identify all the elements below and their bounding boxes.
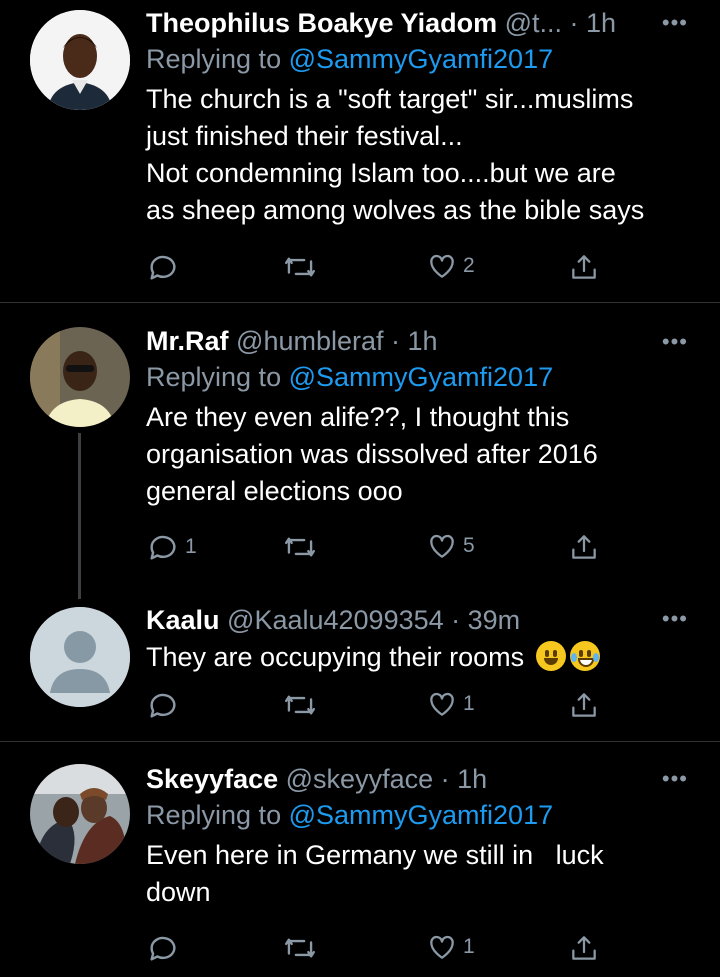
retweet-icon	[284, 695, 316, 715]
reply-icon	[150, 535, 176, 560]
retweet-button[interactable]	[282, 530, 323, 564]
tweet-text: Even here in Germany we still in luck do…	[146, 840, 604, 907]
replying-to: Replying to @SammyGyamfi2017	[146, 44, 554, 74]
handle[interactable]: @skeyyface	[286, 764, 433, 794]
like-button[interactable]: 1	[426, 688, 475, 720]
tweet-header: Theophilus Boakye Yiadom @t... · 1h	[146, 6, 690, 40]
reply-button[interactable]: 1	[146, 530, 197, 564]
like-button[interactable]: 5	[426, 530, 475, 562]
like-button[interactable]: 2	[426, 250, 475, 282]
heart-icon	[430, 692, 454, 716]
avatar[interactable]	[30, 10, 130, 110]
reply-button[interactable]	[146, 931, 185, 965]
share-icon	[572, 936, 596, 960]
tweet-card[interactable]: ••• Kaalu @Kaalu42099354 · 39m They are …	[0, 600, 720, 741]
tweet-header: Skeyyface @skeyyface · 1h	[146, 762, 690, 796]
tweet-actions: 1	[146, 688, 606, 728]
heart-icon	[430, 935, 454, 959]
share-icon	[572, 255, 596, 279]
avatar[interactable]	[30, 607, 130, 707]
thread-line	[78, 433, 81, 599]
handle[interactable]: @t...	[505, 8, 562, 38]
display-name[interactable]: Skeyyface	[146, 764, 278, 794]
reply-icon	[150, 936, 176, 961]
handle[interactable]: @Kaalu42099354	[227, 605, 444, 635]
share-button[interactable]	[568, 250, 600, 284]
tweet-text: The church is a "soft target" sir...musl…	[146, 84, 645, 225]
like-button[interactable]: 1	[426, 931, 475, 963]
tweet-text: Are they even alife??, I thought this or…	[146, 402, 598, 506]
share-icon	[572, 693, 596, 717]
timestamp[interactable]: · 1h	[570, 8, 617, 38]
tweet-actions: 1 5	[146, 530, 606, 570]
reply-icon	[150, 255, 176, 280]
replying-to: Replying to @SammyGyamfi2017	[146, 362, 554, 392]
retweet-icon	[284, 537, 316, 557]
grinning-face-emoji	[535, 641, 566, 671]
tweet-card[interactable]: ••• Skeyyface @skeyyface · 1h Replying t…	[0, 742, 720, 977]
avatar[interactable]	[30, 327, 130, 427]
tweet-text: They are occupying their rooms	[146, 639, 690, 676]
tweet-card[interactable]: ••• Mr.Raf @humbleraf · 1h Replying to @…	[0, 303, 720, 603]
retweet-icon	[284, 938, 316, 958]
tweet-actions: 2	[146, 250, 606, 290]
tweet-actions: 1	[146, 931, 606, 971]
retweet-button[interactable]	[282, 931, 323, 965]
reply-mention-link[interactable]: @SammyGyamfi2017	[289, 44, 554, 74]
reply-icon	[150, 693, 176, 718]
share-icon	[572, 535, 596, 559]
timestamp[interactable]: · 39m	[451, 605, 520, 635]
share-button[interactable]	[568, 688, 600, 722]
heart-icon	[430, 534, 454, 558]
replying-to: Replying to @SammyGyamfi2017	[146, 800, 554, 830]
share-button[interactable]	[568, 931, 600, 965]
retweet-button[interactable]	[282, 688, 323, 722]
tweet-header: Kaalu @Kaalu42099354 · 39m	[146, 603, 690, 637]
tweet-card[interactable]: ••• Theophilus Boakye Yiadom @t... · 1h …	[0, 0, 720, 302]
display-name[interactable]: Mr.Raf	[146, 326, 229, 356]
display-name[interactable]: Theophilus Boakye Yiadom	[146, 8, 497, 38]
face-with-tears-of-joy-emoji	[569, 641, 600, 671]
reply-mention-link[interactable]: @SammyGyamfi2017	[289, 362, 554, 392]
tweet-header: Mr.Raf @humbleraf · 1h	[146, 324, 690, 358]
reply-button[interactable]	[146, 250, 185, 284]
heart-icon	[430, 254, 454, 278]
handle[interactable]: @humbleraf	[236, 326, 383, 356]
default-avatar-icon	[30, 607, 130, 707]
avatar[interactable]	[30, 764, 130, 864]
reply-button[interactable]	[146, 688, 185, 722]
reply-mention-link[interactable]: @SammyGyamfi2017	[289, 800, 554, 830]
timestamp[interactable]: · 1h	[391, 326, 438, 356]
share-button[interactable]	[568, 530, 600, 564]
retweet-button[interactable]	[282, 250, 323, 284]
retweet-icon	[284, 257, 316, 277]
display-name[interactable]: Kaalu	[146, 605, 220, 635]
timestamp[interactable]: · 1h	[441, 764, 488, 794]
